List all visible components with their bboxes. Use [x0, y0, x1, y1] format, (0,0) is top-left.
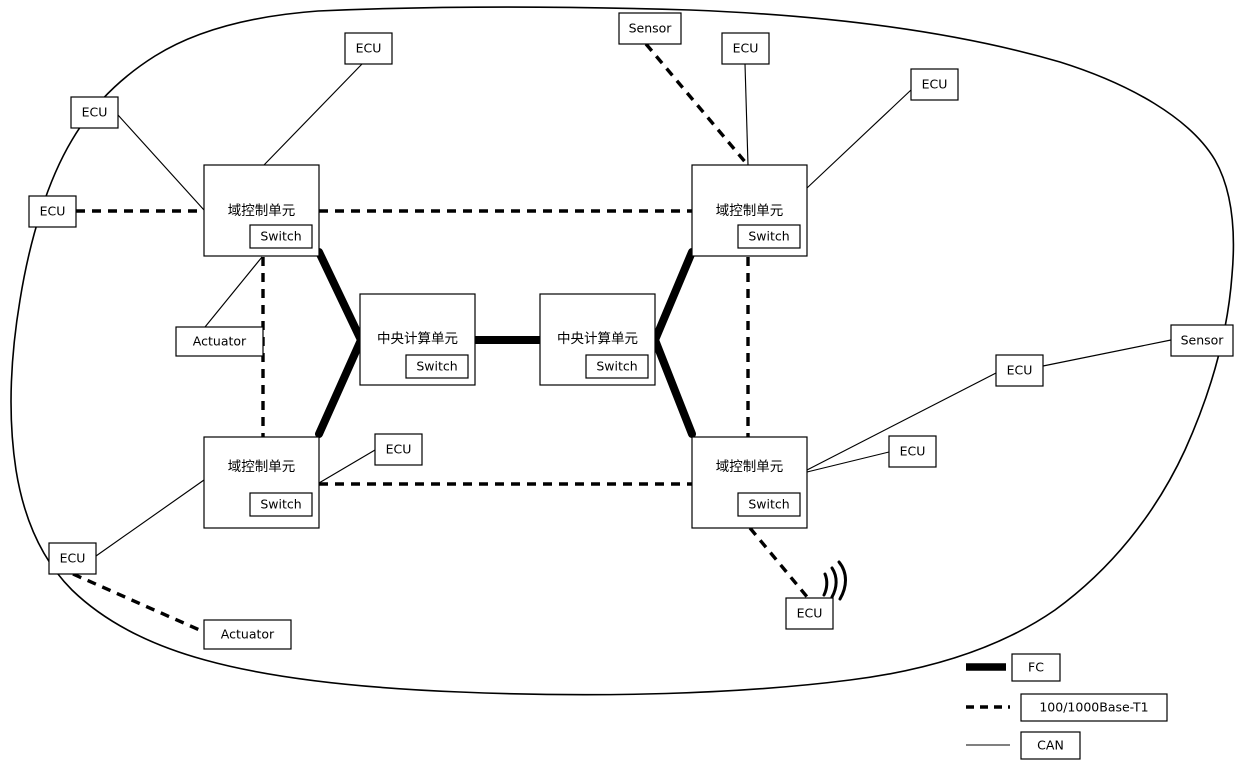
node-label: 域控制单元 — [716, 203, 784, 219]
legend-item-fc[interactable]: FC — [966, 653, 1061, 682]
switch-label: Switch — [748, 497, 789, 512]
node-label: 中央计算单元 — [377, 331, 458, 347]
node-label: 域控制单元 — [228, 203, 296, 219]
peripheral-label: Actuator — [193, 334, 247, 349]
peripheral-label: ECU — [733, 41, 759, 56]
peripheral-label: ECU — [900, 444, 926, 459]
node-dcu-bottom-left[interactable]: 域控制单元 Switch — [203, 436, 320, 529]
peripheral-ecu-top-right-inner[interactable]: ECU — [721, 32, 770, 65]
legend-label: FC — [1028, 660, 1044, 675]
peripheral-ecu-bottom-right[interactable]: ECU — [785, 597, 834, 630]
peripheral-ecu-top-center[interactable]: ECU — [344, 32, 393, 65]
peripheral-label: ECU — [922, 77, 948, 92]
legend-item-can[interactable]: CAN — [966, 731, 1081, 760]
legend-label: 100/1000Base-T1 — [1039, 700, 1148, 715]
legend-label: CAN — [1037, 738, 1064, 753]
switch-label: Switch — [748, 229, 789, 244]
switch-label: Switch — [260, 229, 301, 244]
node-label: 中央计算单元 — [557, 331, 638, 347]
peripheral-label: ECU — [1007, 363, 1033, 378]
peripheral-label: ECU — [356, 41, 382, 56]
node-dcu-top-left[interactable]: 域控制单元 Switch — [203, 164, 320, 257]
peripheral-sensor-right[interactable]: Sensor — [1170, 324, 1234, 357]
peripheral-ecu-right-lower[interactable]: ECU — [888, 435, 937, 468]
peripheral-label: Sensor — [629, 21, 673, 36]
node-label: 域控制单元 — [228, 459, 296, 475]
peripheral-sensor-top[interactable]: Sensor — [618, 12, 682, 45]
switch-label: Switch — [416, 359, 457, 374]
peripheral-actuator-bottom[interactable]: Actuator — [203, 619, 292, 650]
peripheral-ecu-left-mid[interactable]: ECU — [28, 195, 77, 228]
vehicle-architecture-diagram: 域控制单元 Switch 域控制单元 Switch 域控制单元 Switch 域… — [10, 6, 1235, 760]
peripheral-label: ECU — [60, 551, 86, 566]
legend: FC 100/1000Base-T1 CAN — [966, 653, 1168, 760]
wireless-signal-icon — [822, 560, 847, 601]
peripheral-ecu-bottom-left[interactable]: ECU — [48, 542, 97, 575]
peripheral-label: ECU — [82, 105, 108, 120]
peripheral-actuator-left[interactable]: Actuator — [175, 326, 264, 357]
peripheral-ecu-right-mid[interactable]: ECU — [995, 354, 1044, 387]
peripheral-ecu-top-left-upper[interactable]: ECU — [70, 96, 119, 129]
peripheral-label: Sensor — [1181, 333, 1225, 348]
peripheral-label: Actuator — [221, 627, 275, 642]
node-dcu-bottom-right[interactable]: 域控制单元 Switch — [691, 436, 808, 529]
peripheral-ecu-bottom-center[interactable]: ECU — [374, 433, 423, 466]
legend-item-ethernet[interactable]: 100/1000Base-T1 — [966, 693, 1168, 722]
peripheral-ecu-top-right-outer[interactable]: ECU — [910, 68, 959, 101]
switch-label: Switch — [596, 359, 637, 374]
diagram-canvas: 域控制单元 Switch 域控制单元 Switch 域控制单元 Switch 域… — [0, 0, 1240, 773]
peripheral-label: ECU — [386, 442, 412, 457]
switch-label: Switch — [260, 497, 301, 512]
peripheral-label: ECU — [40, 204, 66, 219]
peripheral-label: ECU — [797, 606, 823, 621]
node-label: 域控制单元 — [716, 459, 784, 475]
node-ccu-left[interactable]: 中央计算单元 Switch — [359, 293, 476, 386]
node-ccu-right[interactable]: 中央计算单元 Switch — [539, 293, 656, 386]
node-dcu-top-right[interactable]: 域控制单元 Switch — [691, 164, 808, 257]
